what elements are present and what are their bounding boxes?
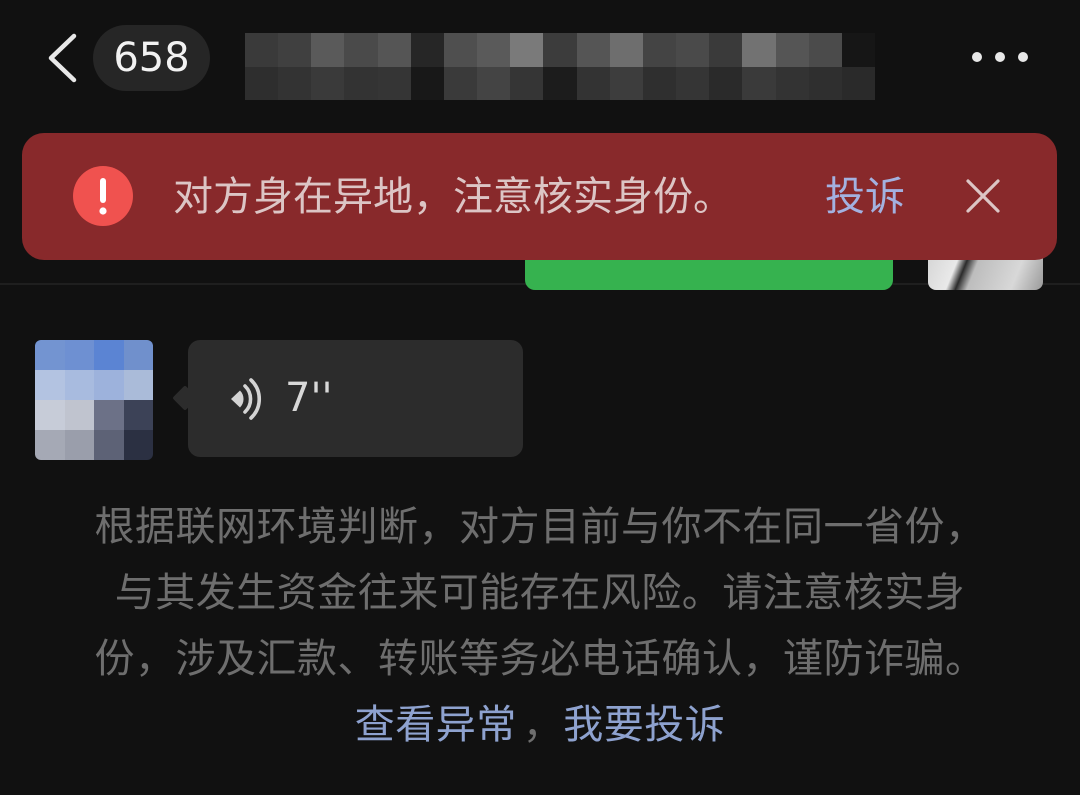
- chat-title-mosaic-cell: [278, 33, 312, 67]
- chat-title-mosaic-cell: [642, 67, 677, 100]
- chat-title-mosaic-cell: [841, 67, 875, 100]
- chat-title-mosaic-cell: [311, 33, 345, 67]
- risk-notice-line: 份，涉及汇款、转账等务必电话确认，谨防诈骗。: [94, 636, 986, 682]
- chat-title-mosaic-cell: [510, 67, 544, 100]
- unread-count-badge[interactable]: 658: [93, 25, 210, 91]
- view-anomaly-link[interactable]: 查看异常: [355, 702, 517, 748]
- contact-avatar-mosaic-cell: [64, 370, 94, 400]
- risk-notice-line: 与其发生资金往来可能存在风险。请注意核实身: [114, 570, 966, 616]
- chat-title-mosaic-cell: [311, 67, 345, 100]
- contact-avatar-mosaic-cell: [123, 430, 153, 460]
- contact-avatar-mosaic-cell: [64, 400, 94, 430]
- banner-report-button[interactable]: 投诉: [825, 172, 905, 222]
- chat-title-mosaic-cell: [443, 33, 478, 67]
- chat-title-mosaic-cell: [377, 33, 411, 67]
- chevron-left-icon[interactable]: [44, 32, 80, 84]
- contact-avatar[interactable]: [35, 340, 153, 460]
- chat-title-mosaic-cell: [576, 67, 610, 100]
- chat-title-mosaic-cell: [642, 33, 677, 67]
- more-button[interactable]: [962, 36, 1038, 78]
- chat-title-mosaic-cell: [410, 33, 444, 67]
- risk-notice: 根据联网环境判断，对方目前与你不在同一省份， 与其发生资金往来可能存在风险。请注…: [40, 494, 1040, 758]
- chat-title-mosaic-cell: [477, 33, 511, 67]
- chat-title-mosaic-cell: [477, 67, 511, 100]
- chat-title-mosaic-cell: [344, 33, 378, 67]
- contact-avatar-mosaic-cell: [64, 430, 94, 460]
- chat-title-mosaic-cell: [344, 67, 378, 100]
- chat-title-mosaic-cell: [709, 67, 743, 100]
- contact-avatar-mosaic-cell: [94, 370, 124, 400]
- chat-title-mosaic-cell: [742, 67, 776, 100]
- voice-icon-wedge: [231, 390, 244, 408]
- voice-icon-wave: [243, 384, 253, 414]
- chat-title-mosaic-cell: [278, 67, 312, 100]
- contact-avatar-mosaic-cell: [123, 370, 153, 400]
- risk-notice-line: 根据联网环境判断，对方目前与你不在同一省份，: [94, 504, 986, 550]
- contact-avatar-mosaic-cell: [94, 400, 124, 430]
- chat-title-mosaic-cell: [245, 67, 279, 100]
- chat-title-mosaic-cell: [775, 67, 809, 100]
- chat-title-mosaic-cell: [443, 67, 478, 100]
- chat-title-mosaic-cell: [377, 67, 411, 100]
- risk-notice-links: 查看异常 ，我要投诉: [40, 692, 1040, 758]
- chat-title-mosaic-cell: [510, 33, 544, 67]
- contact-avatar-mosaic-cell: [123, 340, 153, 370]
- contact-avatar-mosaic-cell: [35, 430, 65, 460]
- more-icon-dot: [1018, 52, 1028, 62]
- chat-title-mosaic-cell: [841, 33, 875, 67]
- chat-title-mosaic-cell: [742, 33, 776, 67]
- contact-avatar-mosaic-cell: [35, 400, 65, 430]
- contact-avatar-mosaic-cell: [64, 340, 94, 370]
- chat-title: [245, 33, 875, 100]
- chat-title-mosaic-cell: [808, 33, 842, 67]
- chat-title-mosaic-cell: [676, 33, 710, 67]
- contact-avatar-mosaic-cell: [94, 430, 124, 460]
- close-icon[interactable]: [965, 178, 1001, 214]
- top-nav-bar: 658: [0, 0, 1080, 112]
- more-icon-dot: [972, 52, 982, 62]
- contact-avatar-mosaic-cell: [94, 340, 124, 370]
- report-link[interactable]: 我要投诉: [563, 702, 725, 748]
- bubble-tail: [172, 385, 198, 411]
- alert-icon-dot: [99, 207, 107, 215]
- chat-screen: { "theme": { "background": "#111111" }, …: [0, 0, 1080, 795]
- contact-avatar-mosaic-cell: [35, 340, 65, 370]
- contact-avatar-mosaic-cell: [123, 400, 153, 430]
- voice-icon: [231, 378, 261, 420]
- chat-title-mosaic-cell: [676, 67, 710, 100]
- alert-icon: [73, 166, 133, 226]
- chat-title-mosaic-cell: [543, 33, 577, 67]
- chat-title-mosaic-cell: [410, 67, 444, 100]
- back-button[interactable]: 658: [40, 22, 215, 94]
- chat-title-mosaic-cell: [709, 33, 743, 67]
- banner-message: 对方身在异地，注意核实身份。: [173, 174, 733, 220]
- alert-icon-bar: [100, 178, 106, 203]
- contact-avatar-mosaic-cell: [35, 370, 65, 400]
- voice-duration: 7'': [285, 375, 333, 421]
- voice-message-bubble[interactable]: 7'': [172, 340, 523, 457]
- security-warning-banner: 对方身在异地，注意核实身份。 投诉: [22, 133, 1057, 260]
- chat-title-mosaic-cell: [609, 33, 643, 67]
- chat-title-mosaic-cell: [609, 67, 643, 100]
- chat-title-mosaic-cell: [576, 33, 610, 67]
- link-separator: ，: [522, 702, 564, 748]
- more-icon[interactable]: [962, 36, 1038, 78]
- more-icon-dot: [995, 52, 1005, 62]
- chat-title-mosaic-cell: [543, 67, 577, 100]
- chat-title-mosaic-cell: [775, 33, 809, 67]
- chat-title-mosaic-cell: [245, 33, 279, 67]
- chat-title-mosaic-cell: [808, 67, 842, 100]
